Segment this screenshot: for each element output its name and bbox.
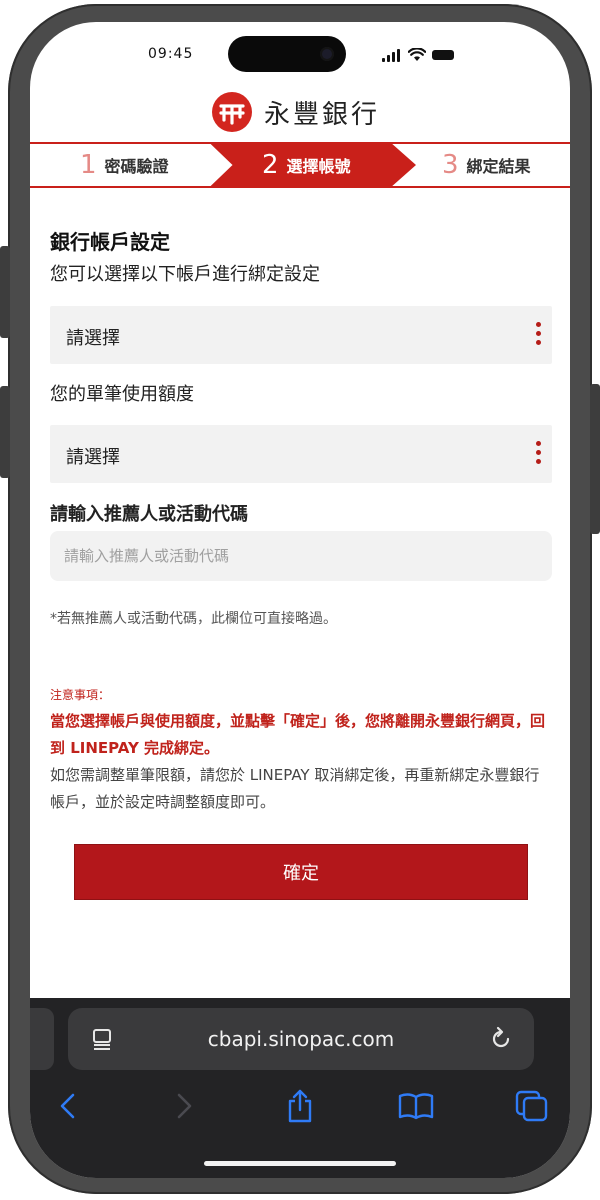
- chevron-right-icon: [177, 1093, 192, 1119]
- share-button[interactable]: [280, 1086, 320, 1126]
- confirm-button[interactable]: 確定: [74, 844, 528, 900]
- wifi-icon: [408, 48, 426, 61]
- address-bar[interactable]: cbapi.sinopac.com: [68, 1008, 534, 1070]
- bookmarks-button[interactable]: [396, 1086, 436, 1126]
- brand-name: 永豐銀行: [264, 99, 381, 130]
- tabs-button[interactable]: [512, 1086, 552, 1126]
- form-subtitle: 您可以選擇以下帳戶進行綁定設定: [50, 264, 320, 285]
- volume-up-button: [0, 246, 10, 338]
- referral-label: 請輸入推薦人或活動代碼: [50, 504, 248, 525]
- status-bar: 09:45: [30, 22, 570, 86]
- step-1: 1 密碼驗證: [80, 144, 169, 186]
- tabs-icon: [515, 1090, 548, 1122]
- dynamic-island: [228, 36, 346, 72]
- notice-title: 注意事項：: [50, 688, 111, 702]
- volume-down-button: [0, 386, 10, 478]
- more-vertical-icon: [536, 441, 542, 467]
- browser-chrome: cbapi.sinopac.com: [30, 998, 570, 1178]
- reload-icon[interactable]: [488, 1026, 514, 1052]
- phone-screen: 09:45 永豐銀行 1 密碼驗證 2 選擇帳號 3 綁定結果 銀行帳戶設定 您…: [30, 22, 570, 1178]
- browser-toolbar: [30, 1086, 570, 1126]
- step-3-label: 綁定結果: [466, 157, 531, 176]
- camera-icon: [320, 47, 334, 61]
- home-indicator[interactable]: [204, 1161, 396, 1166]
- back-button[interactable]: [48, 1086, 88, 1126]
- battery-icon: [432, 50, 454, 60]
- chevron-left-icon: [60, 1093, 75, 1119]
- account-select[interactable]: 請選擇: [50, 306, 552, 364]
- previous-tab-preview[interactable]: [30, 1008, 54, 1070]
- more-vertical-icon: [536, 322, 542, 348]
- share-icon: [288, 1089, 312, 1123]
- referral-hint: *若無推薦人或活動代碼，此欄位可直接略過。: [50, 611, 337, 627]
- step-3: 3 綁定結果: [442, 144, 531, 186]
- forward-button[interactable]: [164, 1086, 204, 1126]
- notice-info: 如您需調整單筆限額，請您於 LINEPAY 取消綁定後，再重新綁定永豐銀行帳戶，…: [50, 766, 540, 811]
- status-time: 09:45: [148, 46, 194, 62]
- limit-select[interactable]: 請選擇: [50, 425, 552, 483]
- step-separator-icon: [210, 142, 236, 188]
- progress-stepper: 1 密碼驗證 2 選擇帳號 3 綁定結果: [30, 142, 570, 188]
- referral-code-input[interactable]: [50, 531, 552, 581]
- step-2: 2 選擇帳號: [262, 144, 351, 186]
- step-2-number: 2: [262, 150, 279, 180]
- limit-select-value: 請選擇: [66, 447, 120, 468]
- step-3-number: 3: [442, 150, 459, 180]
- sinopac-logo-icon: [212, 92, 252, 132]
- brand-logo: 永豐銀行: [212, 90, 380, 134]
- limit-label: 您的單筆使用額度: [50, 384, 194, 405]
- form-title: 銀行帳戶設定: [50, 230, 170, 254]
- step-1-label: 密碼驗證: [104, 157, 169, 176]
- step-2-label: 選擇帳號: [286, 157, 351, 176]
- step-1-number: 1: [80, 150, 97, 180]
- book-icon: [398, 1093, 434, 1120]
- notice-warning: 當您選擇帳戶與使用額度，並點擊「確定」後，您將離開永豐銀行網頁，回到 LINEP…: [50, 712, 546, 757]
- power-button: [590, 384, 600, 534]
- url-text: cbapi.sinopac.com: [207, 1027, 395, 1051]
- account-select-value: 請選擇: [66, 328, 120, 349]
